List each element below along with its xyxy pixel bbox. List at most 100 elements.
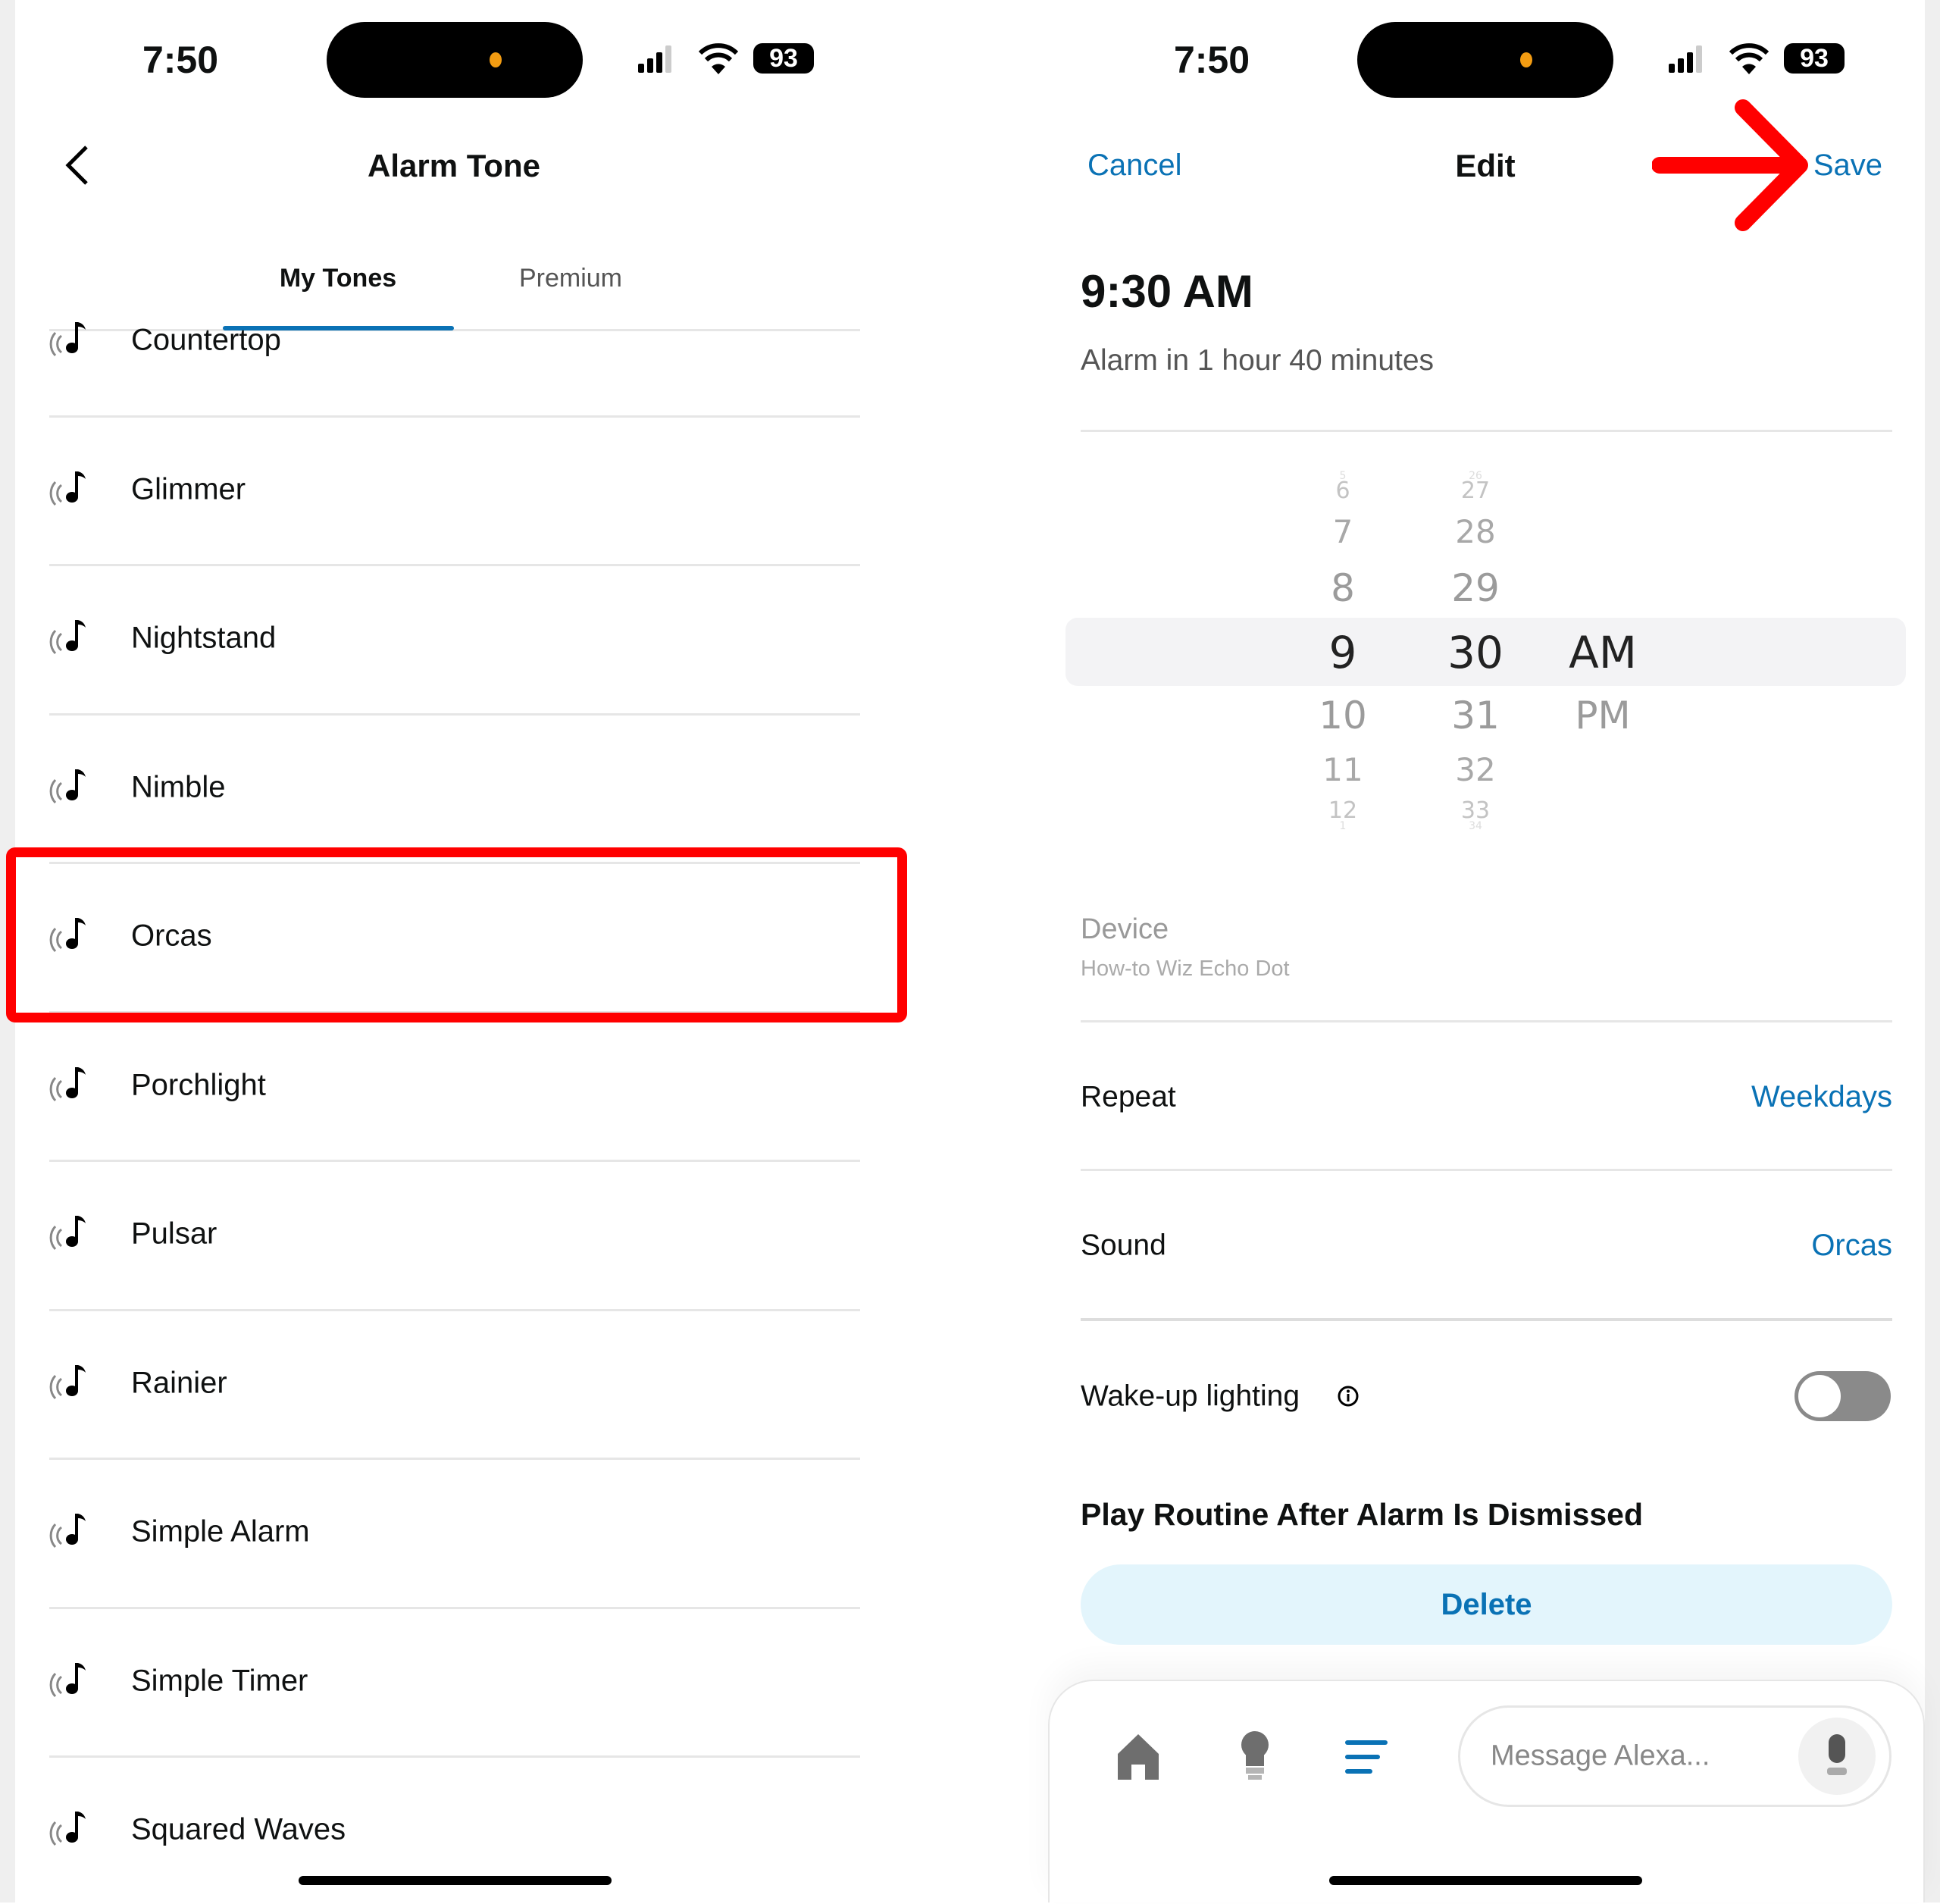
right-edge <box>1925 0 1940 1902</box>
sound-label: Sound <box>1081 1229 1166 1262</box>
toggle-knob <box>1798 1375 1841 1417</box>
tone-item[interactable]: Simple Timer <box>49 1607 860 1755</box>
page-title: Alarm Tone <box>368 148 540 183</box>
picker-minute[interactable]: 33 <box>1461 800 1490 822</box>
tone-label: Rainier <box>131 1366 227 1399</box>
divider <box>1081 1318 1892 1321</box>
lightbulb-icon[interactable] <box>1239 1731 1271 1781</box>
picker-hour[interactable]: 1 <box>1340 821 1347 831</box>
device-label: Device <box>1081 913 1169 945</box>
red-arrow-annotation <box>1652 99 1808 231</box>
picker-minute[interactable]: 34 <box>1469 821 1482 831</box>
message-input[interactable]: Message Alexa... <box>1458 1705 1892 1807</box>
sound-value[interactable]: Orcas <box>1811 1230 1892 1260</box>
divider <box>1081 430 1892 432</box>
divider <box>1081 1169 1892 1171</box>
tone-label: Simple Timer <box>131 1664 308 1697</box>
tone-item[interactable]: Pulsar <box>49 1160 860 1308</box>
back-chevron-icon[interactable] <box>64 144 91 186</box>
save-button[interactable]: Save <box>1813 149 1882 183</box>
wake-up-lighting-toggle[interactable] <box>1794 1371 1891 1421</box>
tone-item[interactable]: Simple Alarm <box>49 1458 860 1606</box>
music-tone-icon <box>49 765 95 810</box>
dynamic-island <box>327 22 583 98</box>
tone-item[interactable]: Nimble <box>49 713 860 862</box>
home-icon[interactable] <box>1116 1733 1160 1780</box>
picker-minute[interactable]: 29 <box>1451 569 1500 607</box>
music-tone-icon <box>49 318 95 363</box>
mic-button[interactable] <box>1798 1718 1876 1795</box>
music-tone-icon <box>49 467 95 512</box>
music-tone-icon <box>49 1509 95 1555</box>
repeat-value[interactable]: Weekdays <box>1751 1082 1892 1112</box>
divider <box>49 415 860 418</box>
music-tone-icon <box>49 615 95 661</box>
tone-item[interactable]: Countertop <box>49 266 860 415</box>
delete-button[interactable]: Delete <box>1081 1564 1892 1645</box>
alarm-countdown: Alarm in 1 hour 40 minutes <box>1081 344 1435 377</box>
microphone-icon <box>1827 1734 1847 1775</box>
tone-label: Nimble <box>131 770 226 803</box>
divider <box>49 1458 860 1460</box>
tone-item[interactable]: Rainier <box>49 1309 860 1458</box>
wake-up-lighting-label: Wake-up lighting <box>1081 1379 1300 1413</box>
tone-item[interactable]: Porchlight <box>49 1011 860 1160</box>
battery-indicator: 93 <box>753 43 814 74</box>
picker-minute[interactable]: 28 <box>1455 516 1495 548</box>
tone-label: Simple Alarm <box>131 1514 310 1549</box>
tone-item[interactable]: Nightstand <box>49 564 860 712</box>
device-value: How-to Wiz Echo Dot <box>1081 957 1290 981</box>
bottom-nav: Message Alexa... <box>1048 1680 1925 1902</box>
picker-period[interactable]: AM <box>1569 631 1637 675</box>
repeat-label: Repeat <box>1081 1080 1176 1113</box>
picker-minute[interactable]: 30 <box>1447 631 1504 675</box>
divider <box>1081 1020 1892 1022</box>
status-time: 7:50 <box>142 39 219 81</box>
picker-hour[interactable]: 8 <box>1331 569 1355 607</box>
activity-list-icon[interactable] <box>1345 1740 1388 1774</box>
picker-hour[interactable]: 6 <box>1335 480 1350 503</box>
battery-indicator: 93 <box>1784 43 1845 74</box>
picker-hour[interactable]: 11 <box>1322 754 1363 786</box>
signal-icon <box>1669 45 1702 73</box>
cancel-button[interactable]: Cancel <box>1087 149 1182 183</box>
divider <box>49 1160 860 1162</box>
picker-minute[interactable]: 31 <box>1451 697 1500 734</box>
picker-minute[interactable]: 32 <box>1455 754 1495 786</box>
music-tone-icon <box>49 1658 95 1704</box>
picker-period[interactable]: PM <box>1575 697 1630 734</box>
picker-hour[interactable]: 7 <box>1333 516 1353 548</box>
music-tone-icon <box>49 1807 95 1852</box>
tone-label: Countertop <box>131 323 281 357</box>
wifi-icon <box>699 43 738 74</box>
tone-label: Glimmer <box>131 472 246 506</box>
divider <box>49 712 860 716</box>
divider <box>49 1308 860 1311</box>
divider <box>49 1606 860 1609</box>
page-title: Edit <box>1455 148 1516 183</box>
divider <box>49 564 860 566</box>
tone-label: Porchlight <box>131 1068 266 1101</box>
signal-icon <box>638 45 671 73</box>
tone-item[interactable]: Glimmer <box>49 415 860 564</box>
wifi-icon <box>1729 43 1769 74</box>
picker-hour[interactable]: 12 <box>1328 800 1357 822</box>
music-tone-icon <box>49 1063 95 1108</box>
alarm-time: 9:30 AM <box>1081 266 1253 317</box>
status-time: 7:50 <box>1173 39 1250 81</box>
info-icon[interactable] <box>1337 1385 1360 1408</box>
picker-minute[interactable]: 27 <box>1461 480 1490 503</box>
tone-label: Pulsar <box>131 1217 217 1251</box>
music-tone-icon <box>49 1211 95 1257</box>
picker-hour[interactable]: 10 <box>1319 697 1367 734</box>
home-indicator <box>1329 1876 1642 1885</box>
divider <box>49 1755 860 1758</box>
tone-label: Nightstand <box>131 621 277 655</box>
dynamic-island <box>1357 22 1613 98</box>
music-tone-icon <box>49 1361 95 1406</box>
message-placeholder: Message Alexa... <box>1491 1740 1710 1772</box>
routine-heading: Play Routine After Alarm Is Dismissed <box>1081 1497 1644 1532</box>
highlight-box <box>6 847 907 1022</box>
tone-label: Squared Waves <box>131 1812 346 1846</box>
picker-hour[interactable]: 9 <box>1329 631 1357 675</box>
